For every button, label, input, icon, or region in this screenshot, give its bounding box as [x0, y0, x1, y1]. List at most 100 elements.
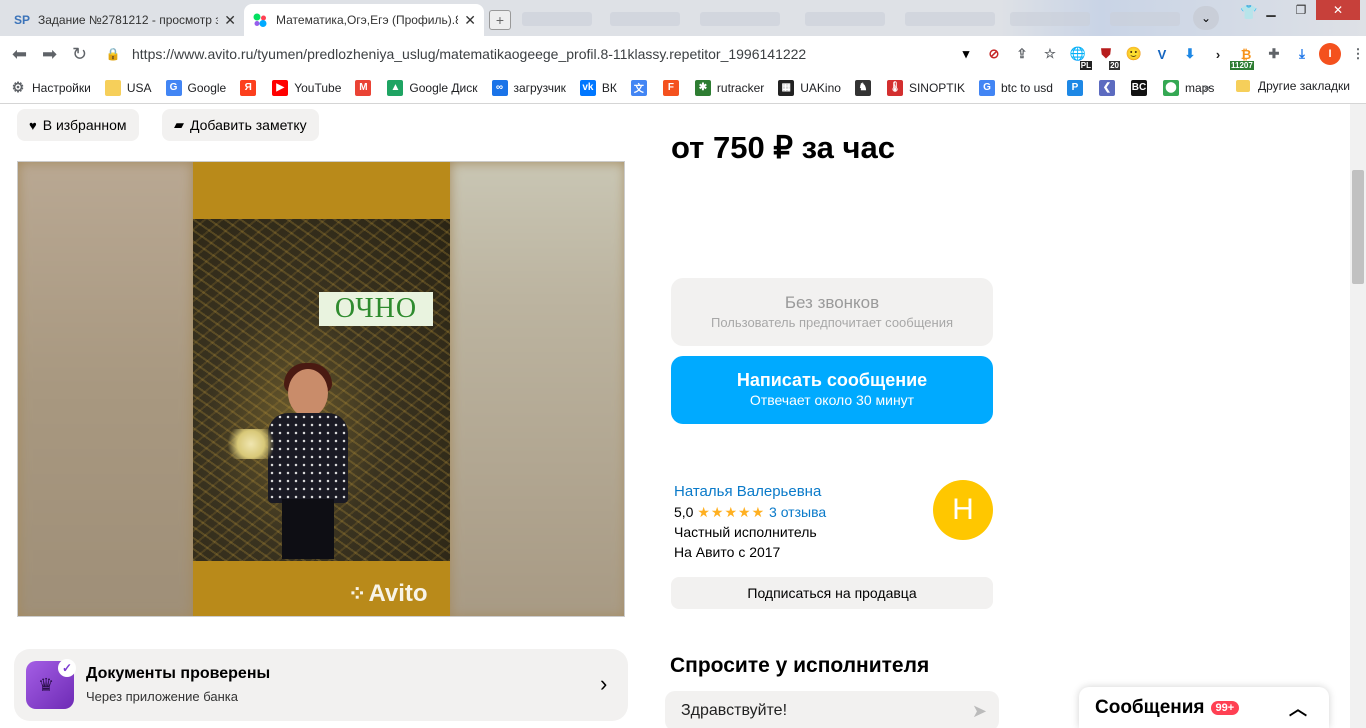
v-extension-icon[interactable]: V [1148, 44, 1176, 64]
background-tab[interactable] [1110, 12, 1180, 26]
downloads-icon[interactable]: ⤓ [1288, 44, 1316, 64]
bitcoin-extension-icon[interactable]: ₿ 11207 [1230, 44, 1260, 70]
window-close-icon[interactable]: ✕ [1316, 0, 1360, 20]
documents-verified-card[interactable]: ✓ ♛ Документы проверены Через приложение… [14, 649, 628, 721]
google-icon: G [978, 79, 995, 96]
download-extension-icon[interactable]: ⬇ [1176, 44, 1204, 64]
map-pin-icon: ⬤ [1162, 79, 1179, 96]
bookmark-item[interactable]: M [355, 79, 377, 96]
bookmark-item[interactable]: P [1066, 79, 1089, 96]
infinity-icon: ∞ [491, 79, 508, 96]
maximize-icon[interactable]: ❐ [1286, 0, 1316, 20]
bookmark-item[interactable]: 🌡 SINOPTIK [886, 79, 965, 96]
new-tab-icon[interactable]: + [489, 10, 511, 30]
google-icon: G [165, 79, 182, 96]
tab-avito[interactable]: Математика,Огэ,Егэ (Профиль).8- ✕ [244, 4, 484, 36]
dropdown-icon[interactable]: ▾ [952, 44, 980, 64]
gear-icon: ⚙ [11, 79, 25, 95]
bookmark-item[interactable]: ✱ rutracker [694, 79, 764, 96]
vk-icon: vk [579, 79, 596, 96]
profile-avatar[interactable]: I [1316, 43, 1344, 65]
page-scrollbar[interactable] [1350, 104, 1366, 728]
thermometer-icon: 🌡 [886, 79, 903, 96]
address-bar[interactable]: 🔒 https://www.avito.ru/tyumen/predlozhen… [102, 40, 970, 68]
bookmark-item[interactable]: G Google [165, 79, 226, 96]
seller-info: Наталья Валерьевна 5,0 ★★★★★ 3 отзыва Ча… [674, 482, 826, 562]
lock-icon[interactable]: 🔒 [102, 47, 124, 61]
menu-dots-icon[interactable]: ⋮ [1344, 44, 1366, 64]
documents-badge-icon: ✓ ♛ [26, 659, 76, 709]
background-tab[interactable] [700, 12, 780, 26]
seller-avatar[interactable]: Н [933, 480, 993, 540]
seller-since: На Авито с 2017 [674, 544, 781, 560]
background-tab[interactable] [522, 12, 592, 26]
tab-close-icon[interactable]: ✕ [224, 12, 236, 29]
photo-gallery[interactable]: ОЧНО ⁘ Avito [17, 161, 625, 617]
tab-task[interactable]: SP Задание №2781212 - просмотр з ✕ [6, 4, 244, 36]
bookmark-item[interactable]: ⚙ Настройки [10, 79, 91, 96]
listing-photo[interactable]: ОЧНО ⁘ Avito [193, 162, 450, 616]
share-icon[interactable]: ⇪ [1008, 44, 1036, 64]
yandex-icon: Я [240, 79, 257, 96]
favorite-button[interactable]: ♥ В избранном [17, 109, 139, 141]
translate-icon: 文 [630, 79, 647, 96]
scrollbar-thumb[interactable] [1352, 170, 1364, 284]
other-bookmarks[interactable]: Другие закладки [1236, 79, 1350, 93]
send-icon[interactable]: ➤ [972, 701, 987, 722]
bookmark-star-icon[interactable]: ☆ [1036, 44, 1064, 64]
bookmark-item[interactable]: ▶ YouTube [272, 79, 341, 96]
no-calls-button[interactable]: Без звонков Пользователь предпочитает со… [671, 278, 993, 346]
chevron-up-icon[interactable]: ︿ [1289, 695, 1307, 721]
flowers [221, 429, 281, 459]
folder-icon [104, 79, 121, 96]
tab-search-icon[interactable]: ⌄ [1193, 6, 1219, 30]
url-text[interactable]: https://www.avito.ru/tyumen/predlozheniy… [132, 46, 806, 62]
chess-icon: ♞ [854, 79, 871, 96]
write-message-button[interactable]: Написать сообщение Отвечает около 30 мин… [671, 356, 993, 424]
bookmark-item[interactable]: ▦ UAKino [778, 79, 841, 96]
bookmark-item[interactable]: USA [104, 79, 152, 96]
background-tab[interactable] [905, 12, 995, 26]
ask-message-input[interactable]: Здравствуйте! ➤ [665, 691, 999, 728]
blurred-background-left [18, 162, 193, 616]
avito-dots-icon: ⁘ [348, 581, 367, 606]
background-tab[interactable] [805, 12, 885, 26]
forward-arrow-icon[interactable]: ➡ [42, 44, 57, 65]
terminal-extension-icon[interactable]: › [1204, 44, 1232, 64]
seller-name-link[interactable]: Наталья Валерьевна [674, 482, 826, 502]
bookmark-item[interactable]: vk ВК [579, 79, 617, 96]
note-icon: ▰ [174, 117, 184, 132]
bookmark-item[interactable]: Я [240, 79, 262, 96]
bookmark-item[interactable]: ▲ Google Диск [387, 79, 478, 96]
globe-extension-icon[interactable]: 🌐 PL [1064, 44, 1092, 70]
messenger-widget[interactable]: Сообщения 99+ ︿ [1079, 687, 1329, 728]
minimize-icon[interactable]: ▁ [1256, 0, 1286, 20]
photo-overlay-label: ОЧНО [319, 292, 433, 326]
gmail-icon: M [355, 79, 372, 96]
avito-favicon-icon [252, 12, 268, 28]
tab-close-icon[interactable]: ✕ [464, 12, 476, 29]
background-tab[interactable] [1010, 12, 1090, 26]
shield-extension-icon[interactable]: ⛊ 20 [1092, 44, 1120, 70]
bookmark-item[interactable]: F [662, 79, 685, 96]
bookmark-item[interactable]: BC [1130, 79, 1153, 96]
background-tab[interactable] [610, 12, 680, 26]
bookmark-item[interactable]: ❮ [1098, 79, 1121, 96]
add-note-button[interactable]: ▰ Добавить заметку [162, 109, 319, 141]
bookmark-item[interactable]: ∞ загрузчик [491, 79, 566, 96]
puzzle-extensions-icon[interactable]: ✚ [1260, 44, 1288, 64]
reload-icon[interactable]: ↻ [72, 44, 87, 65]
bookmark-item[interactable]: ♞ [854, 79, 877, 96]
bookmarks-more-icon[interactable]: » [1203, 80, 1210, 95]
block-icon[interactable]: ⊘ [980, 44, 1008, 64]
bookmark-item[interactable]: 文 [630, 79, 653, 96]
back-arrow-icon[interactable]: ⬅ [12, 44, 27, 65]
heart-icon: ♥ [29, 117, 37, 133]
browser-toolbar: ⬅ ➡ ↻ 🔒 https://www.avito.ru/tyumen/pred… [0, 36, 1366, 72]
face-extension-icon[interactable]: 🙂 [1120, 44, 1148, 64]
shirt-icon[interactable]: 👕 [1240, 4, 1257, 21]
reviews-link[interactable]: 3 отзыва [769, 504, 826, 520]
bookmark-item[interactable]: Gbtc to usd [978, 79, 1053, 96]
youtube-icon: ▶ [272, 79, 289, 96]
subscribe-button[interactable]: Подписаться на продавца [671, 577, 993, 609]
